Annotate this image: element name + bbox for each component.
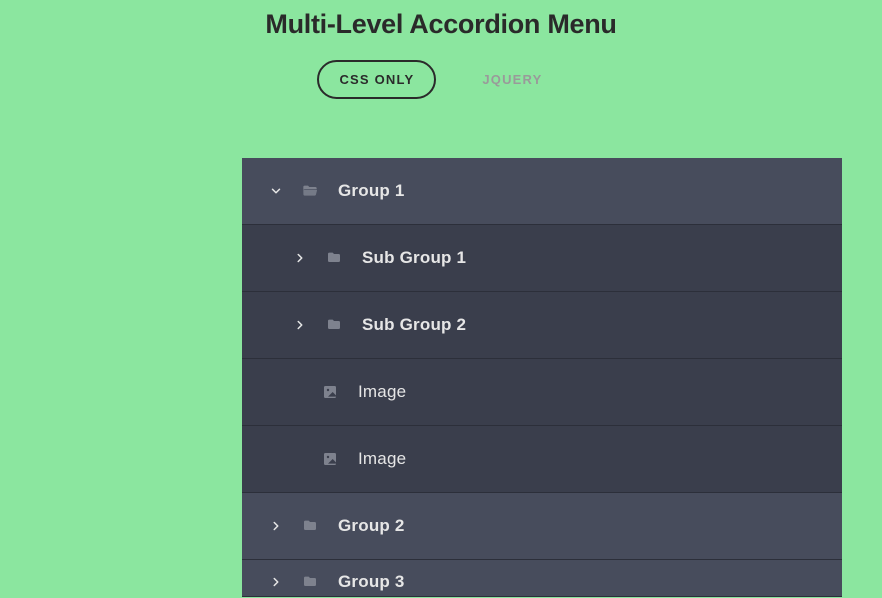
image-icon — [320, 449, 340, 469]
sub-group-2-label: Sub Group 2 — [362, 315, 466, 335]
chevron-right-icon — [266, 572, 286, 592]
chevron-down-icon — [266, 181, 286, 201]
chevron-right-icon — [290, 248, 310, 268]
chevron-right-icon — [290, 315, 310, 335]
group-1-label: Group 1 — [338, 181, 405, 201]
group-1-row[interactable]: Group 1 — [242, 158, 842, 225]
tab-bar: CSS ONLY JQUERY — [0, 60, 882, 99]
image-icon — [320, 382, 340, 402]
image-item-2-label: Image — [358, 449, 406, 469]
accordion-menu: Group 1 Sub Group 1 Sub Group 2 Image Im… — [242, 158, 842, 597]
tab-css-only[interactable]: CSS ONLY — [317, 60, 436, 99]
group-3-label: Group 3 — [338, 572, 405, 592]
sub-group-1-row[interactable]: Sub Group 1 — [242, 225, 842, 292]
folder-icon — [324, 248, 344, 268]
sub-group-1-label: Sub Group 1 — [362, 248, 466, 268]
folder-icon — [300, 572, 320, 592]
folder-icon — [324, 315, 344, 335]
group-3-row[interactable]: Group 3 — [242, 560, 842, 597]
group-2-label: Group 2 — [338, 516, 405, 536]
group-2-row[interactable]: Group 2 — [242, 493, 842, 560]
chevron-right-icon — [266, 516, 286, 536]
folder-open-icon — [300, 181, 320, 201]
page-title: Multi-Level Accordion Menu — [0, 0, 882, 40]
image-item-1[interactable]: Image — [242, 359, 842, 426]
folder-icon — [300, 516, 320, 536]
tab-jquery[interactable]: JQUERY — [460, 60, 564, 99]
image-item-1-label: Image — [358, 382, 406, 402]
image-item-2[interactable]: Image — [242, 426, 842, 493]
sub-group-2-row[interactable]: Sub Group 2 — [242, 292, 842, 359]
